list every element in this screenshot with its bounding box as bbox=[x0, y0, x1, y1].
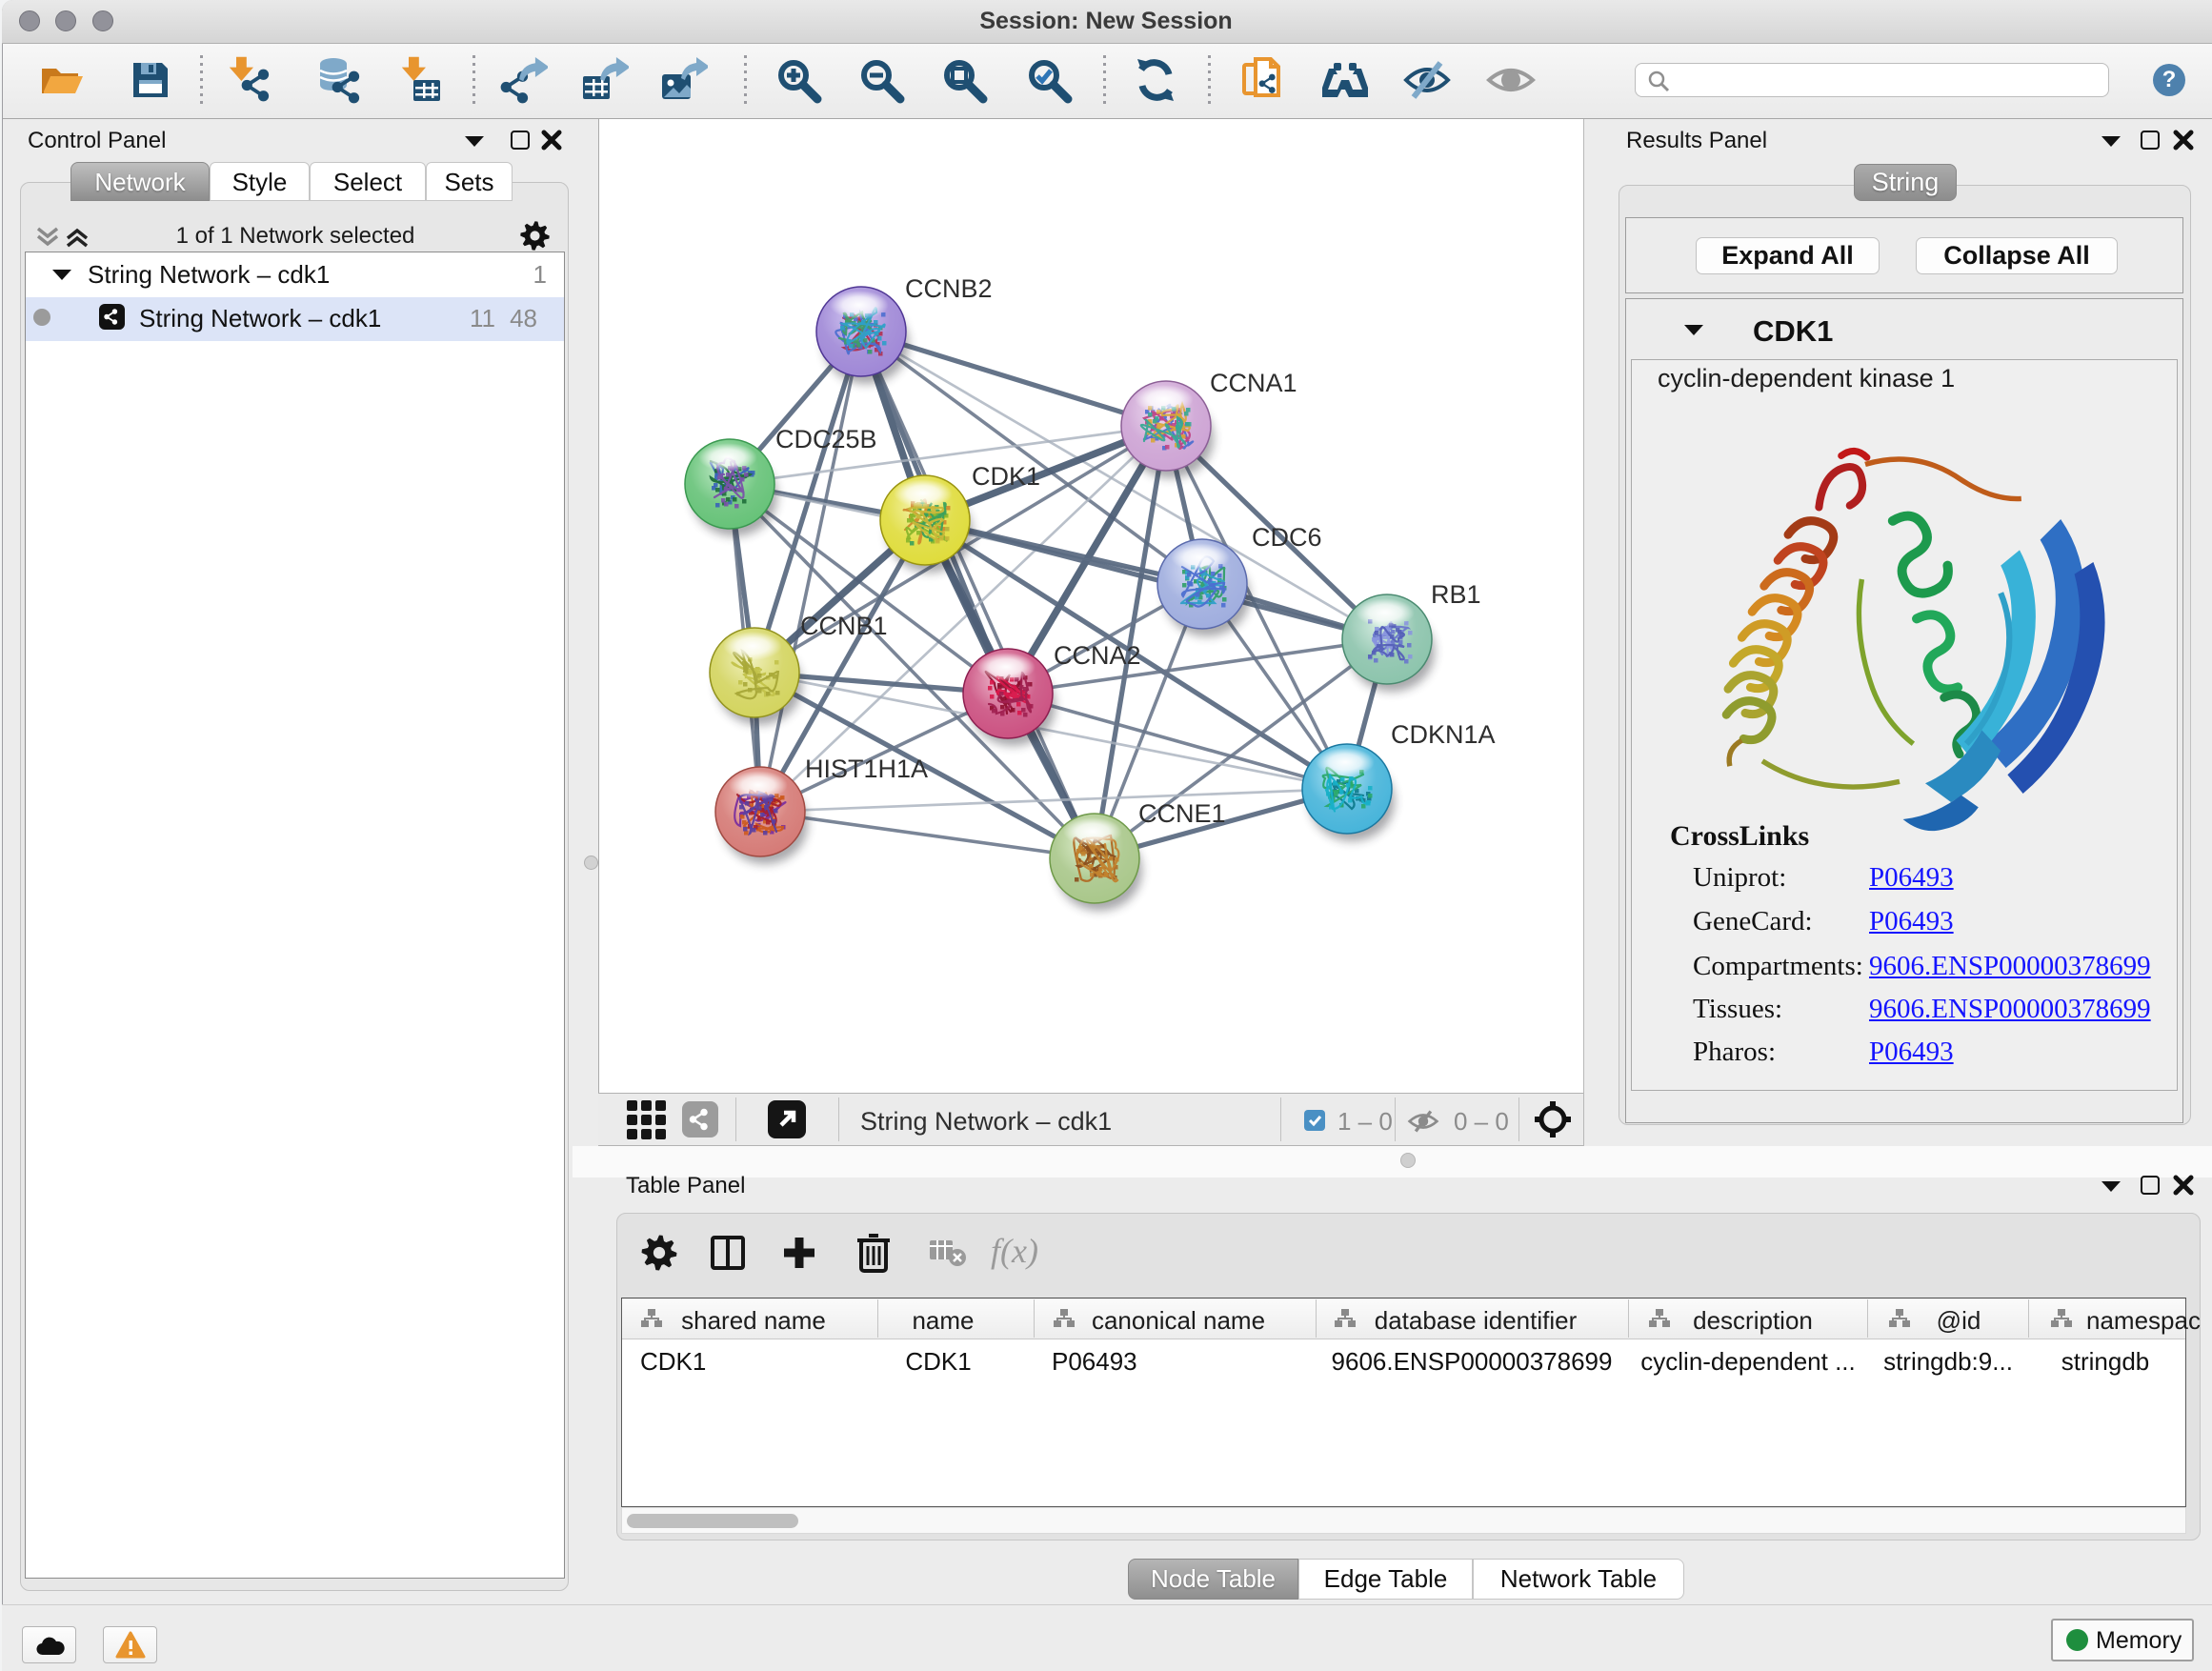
svg-text:CCNE1: CCNE1 bbox=[1138, 799, 1226, 828]
svg-text:RB1: RB1 bbox=[1431, 580, 1481, 609]
svg-text:CDC6: CDC6 bbox=[1252, 523, 1322, 552]
svg-text:CCNA1: CCNA1 bbox=[1210, 369, 1297, 397]
svg-text:CDC25B: CDC25B bbox=[775, 425, 877, 453]
svg-text:HIST1H1A: HIST1H1A bbox=[805, 755, 928, 783]
svg-text:CDKN1A: CDKN1A bbox=[1391, 720, 1496, 749]
svg-text:CCNA2: CCNA2 bbox=[1054, 641, 1141, 670]
svg-text:CCNB1: CCNB1 bbox=[800, 612, 888, 640]
svg-text:CCNB2: CCNB2 bbox=[905, 274, 993, 303]
svg-text:CDK1: CDK1 bbox=[972, 462, 1040, 491]
